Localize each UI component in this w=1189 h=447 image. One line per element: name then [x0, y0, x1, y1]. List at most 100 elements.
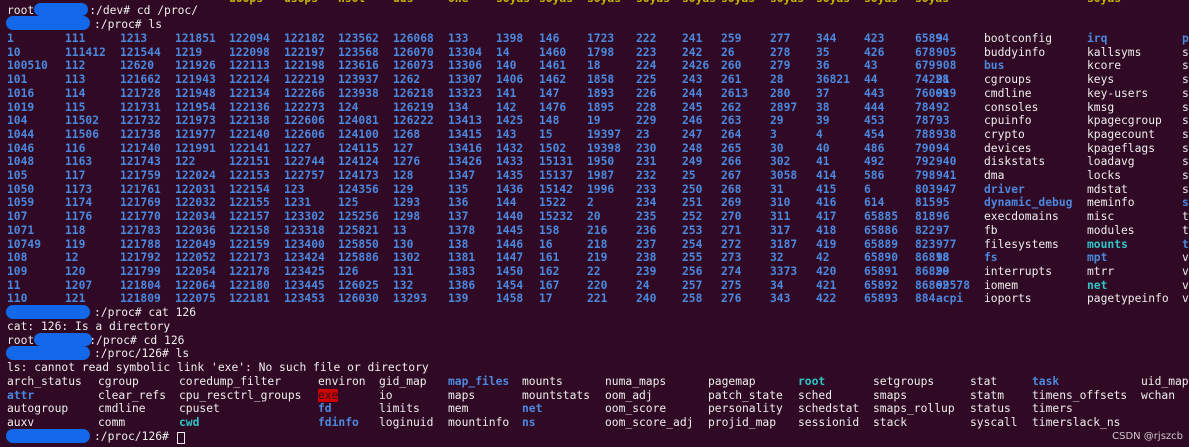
proc-entry: bus: [984, 59, 1005, 73]
top-partial-word: one: [448, 0, 468, 6]
top-partial-word: nsot: [338, 0, 365, 6]
proc-entry: 128: [393, 169, 414, 182]
proc-entry: 124100: [338, 127, 379, 141]
proc-entry: 43: [864, 59, 878, 73]
pid-entry: timens_offsets: [1032, 388, 1128, 402]
proc-entry: loadavg: [1087, 155, 1135, 169]
proc-entry: 908: [936, 59, 957, 73]
pid-entry: setgroups: [873, 375, 935, 388]
proc-entry: 122157: [229, 210, 270, 224]
proc-entry: 138: [448, 237, 469, 251]
proc-entry: 124115: [338, 141, 379, 155]
proc-entry: 23: [636, 127, 650, 141]
proc-entry: 28: [770, 73, 784, 87]
proc-entry: 1460: [539, 45, 567, 59]
proc-entry: key-users: [1087, 86, 1149, 100]
proc-entry: 231: [636, 155, 657, 169]
proc-entry: 1276: [393, 155, 421, 169]
proc-entry: 230: [636, 141, 657, 155]
proc-entry: 121804: [120, 278, 161, 292]
top-partial-word: soyas: [770, 0, 804, 6]
pid-entry: mem: [448, 402, 469, 416]
proc-entry: 15131: [539, 155, 574, 169]
proc-entry: 221: [587, 292, 608, 306]
proc-entry: 122141: [229, 141, 270, 155]
pid-entry: stack: [873, 416, 908, 430]
proc-entry: 134: [448, 100, 469, 114]
pid-entry: cpu_resctrl_groups: [179, 388, 302, 402]
proc-entry: 126025: [338, 278, 379, 292]
proc-entry: 44: [864, 73, 878, 87]
proc-entry: 225: [636, 73, 657, 87]
terminal-window[interactable]: root:/dev# cd /proc/ :/proc# ls :/proc# …: [0, 0, 1189, 447]
proc-entry: 125: [338, 196, 359, 210]
proc-entry: 218: [587, 237, 608, 251]
top-partial-word: soyas: [816, 0, 850, 6]
proc-entry: 248: [682, 141, 703, 155]
proc-entry: 13413: [448, 114, 483, 128]
proc-entry: 122036: [175, 223, 216, 237]
proc-entry: 344: [816, 32, 837, 45]
proc-entry: 122180: [229, 278, 270, 292]
pid-entry: io: [379, 388, 393, 402]
proc-entry: 278: [770, 45, 791, 59]
proc-entry: 123318: [284, 223, 325, 237]
proc-entry: 94: [936, 141, 950, 155]
proc-entry: 310: [770, 196, 791, 210]
proc-entry: 919: [936, 86, 957, 100]
proc-entry: 123302: [284, 210, 325, 224]
proc-entry: 274: [721, 264, 742, 278]
proc-entry: 121761: [120, 182, 161, 196]
proc-entry: 135: [448, 182, 469, 196]
pid-entry: sched: [798, 388, 833, 402]
proc-entry: s: [1182, 114, 1189, 128]
proc-entry: 19398: [587, 141, 622, 155]
proc-entry: 107: [7, 210, 28, 224]
proc-entry: 122744: [284, 155, 325, 169]
proc-entry: kallsyms: [1087, 45, 1142, 59]
proc-entry: 99: [936, 264, 950, 278]
pid-entry: numa_maps: [605, 375, 667, 388]
proc-entry: 65890: [864, 251, 899, 265]
top-partial-word: soyas: [721, 0, 755, 6]
proc-entry: 121809: [120, 292, 161, 306]
proc-entry: 271: [721, 223, 742, 237]
redaction-mark: [34, 333, 92, 346]
proc-entry: 19397: [587, 127, 622, 141]
proc-entry: 36: [816, 59, 830, 73]
proc-entry: 143: [496, 127, 517, 141]
proc-entry: 1436: [496, 182, 524, 196]
proc-entry: 818: [915, 210, 936, 224]
proc-entry: 122757: [284, 169, 325, 182]
proc-entry: 22: [587, 264, 601, 278]
proc-entry: 31: [770, 182, 784, 196]
proc-entry: 126068: [393, 32, 434, 45]
pid-entry: fdinfo: [318, 416, 359, 430]
pid-entry: sessionid: [798, 416, 860, 430]
proc-entry: 18: [587, 59, 601, 73]
proc-entry: keys: [1087, 73, 1115, 87]
proc-entry: t: [1182, 237, 1189, 251]
proc-entry: 122054: [175, 264, 216, 278]
proc-entry: 269: [721, 196, 742, 210]
proc-entry: driver: [984, 182, 1025, 196]
proc-entry: 121: [65, 292, 86, 306]
proc-entry: 258: [682, 292, 703, 306]
proc-entry: 1461: [539, 59, 567, 73]
proc-entry: 13426: [448, 155, 483, 169]
pid-entry: mountinfo: [448, 416, 510, 430]
proc-entry: 784: [915, 100, 936, 114]
proc-entry: 123938: [338, 86, 379, 100]
proc-entry: 122075: [175, 292, 216, 306]
proc-entry: 216: [587, 223, 608, 237]
proc-entry: 1046: [7, 141, 35, 155]
pid-entry: autogroup: [7, 402, 69, 416]
proc-entry: 1425: [496, 114, 524, 128]
proc-entry: 1059: [7, 196, 35, 210]
proc-entry: 122052: [175, 251, 216, 265]
proc-entry: s: [1182, 141, 1189, 155]
proc-entry: 122151: [229, 155, 270, 169]
proc-entry: 65885: [864, 210, 899, 224]
proc-entry: s: [1182, 45, 1189, 59]
pid-entry: task: [1032, 375, 1060, 388]
